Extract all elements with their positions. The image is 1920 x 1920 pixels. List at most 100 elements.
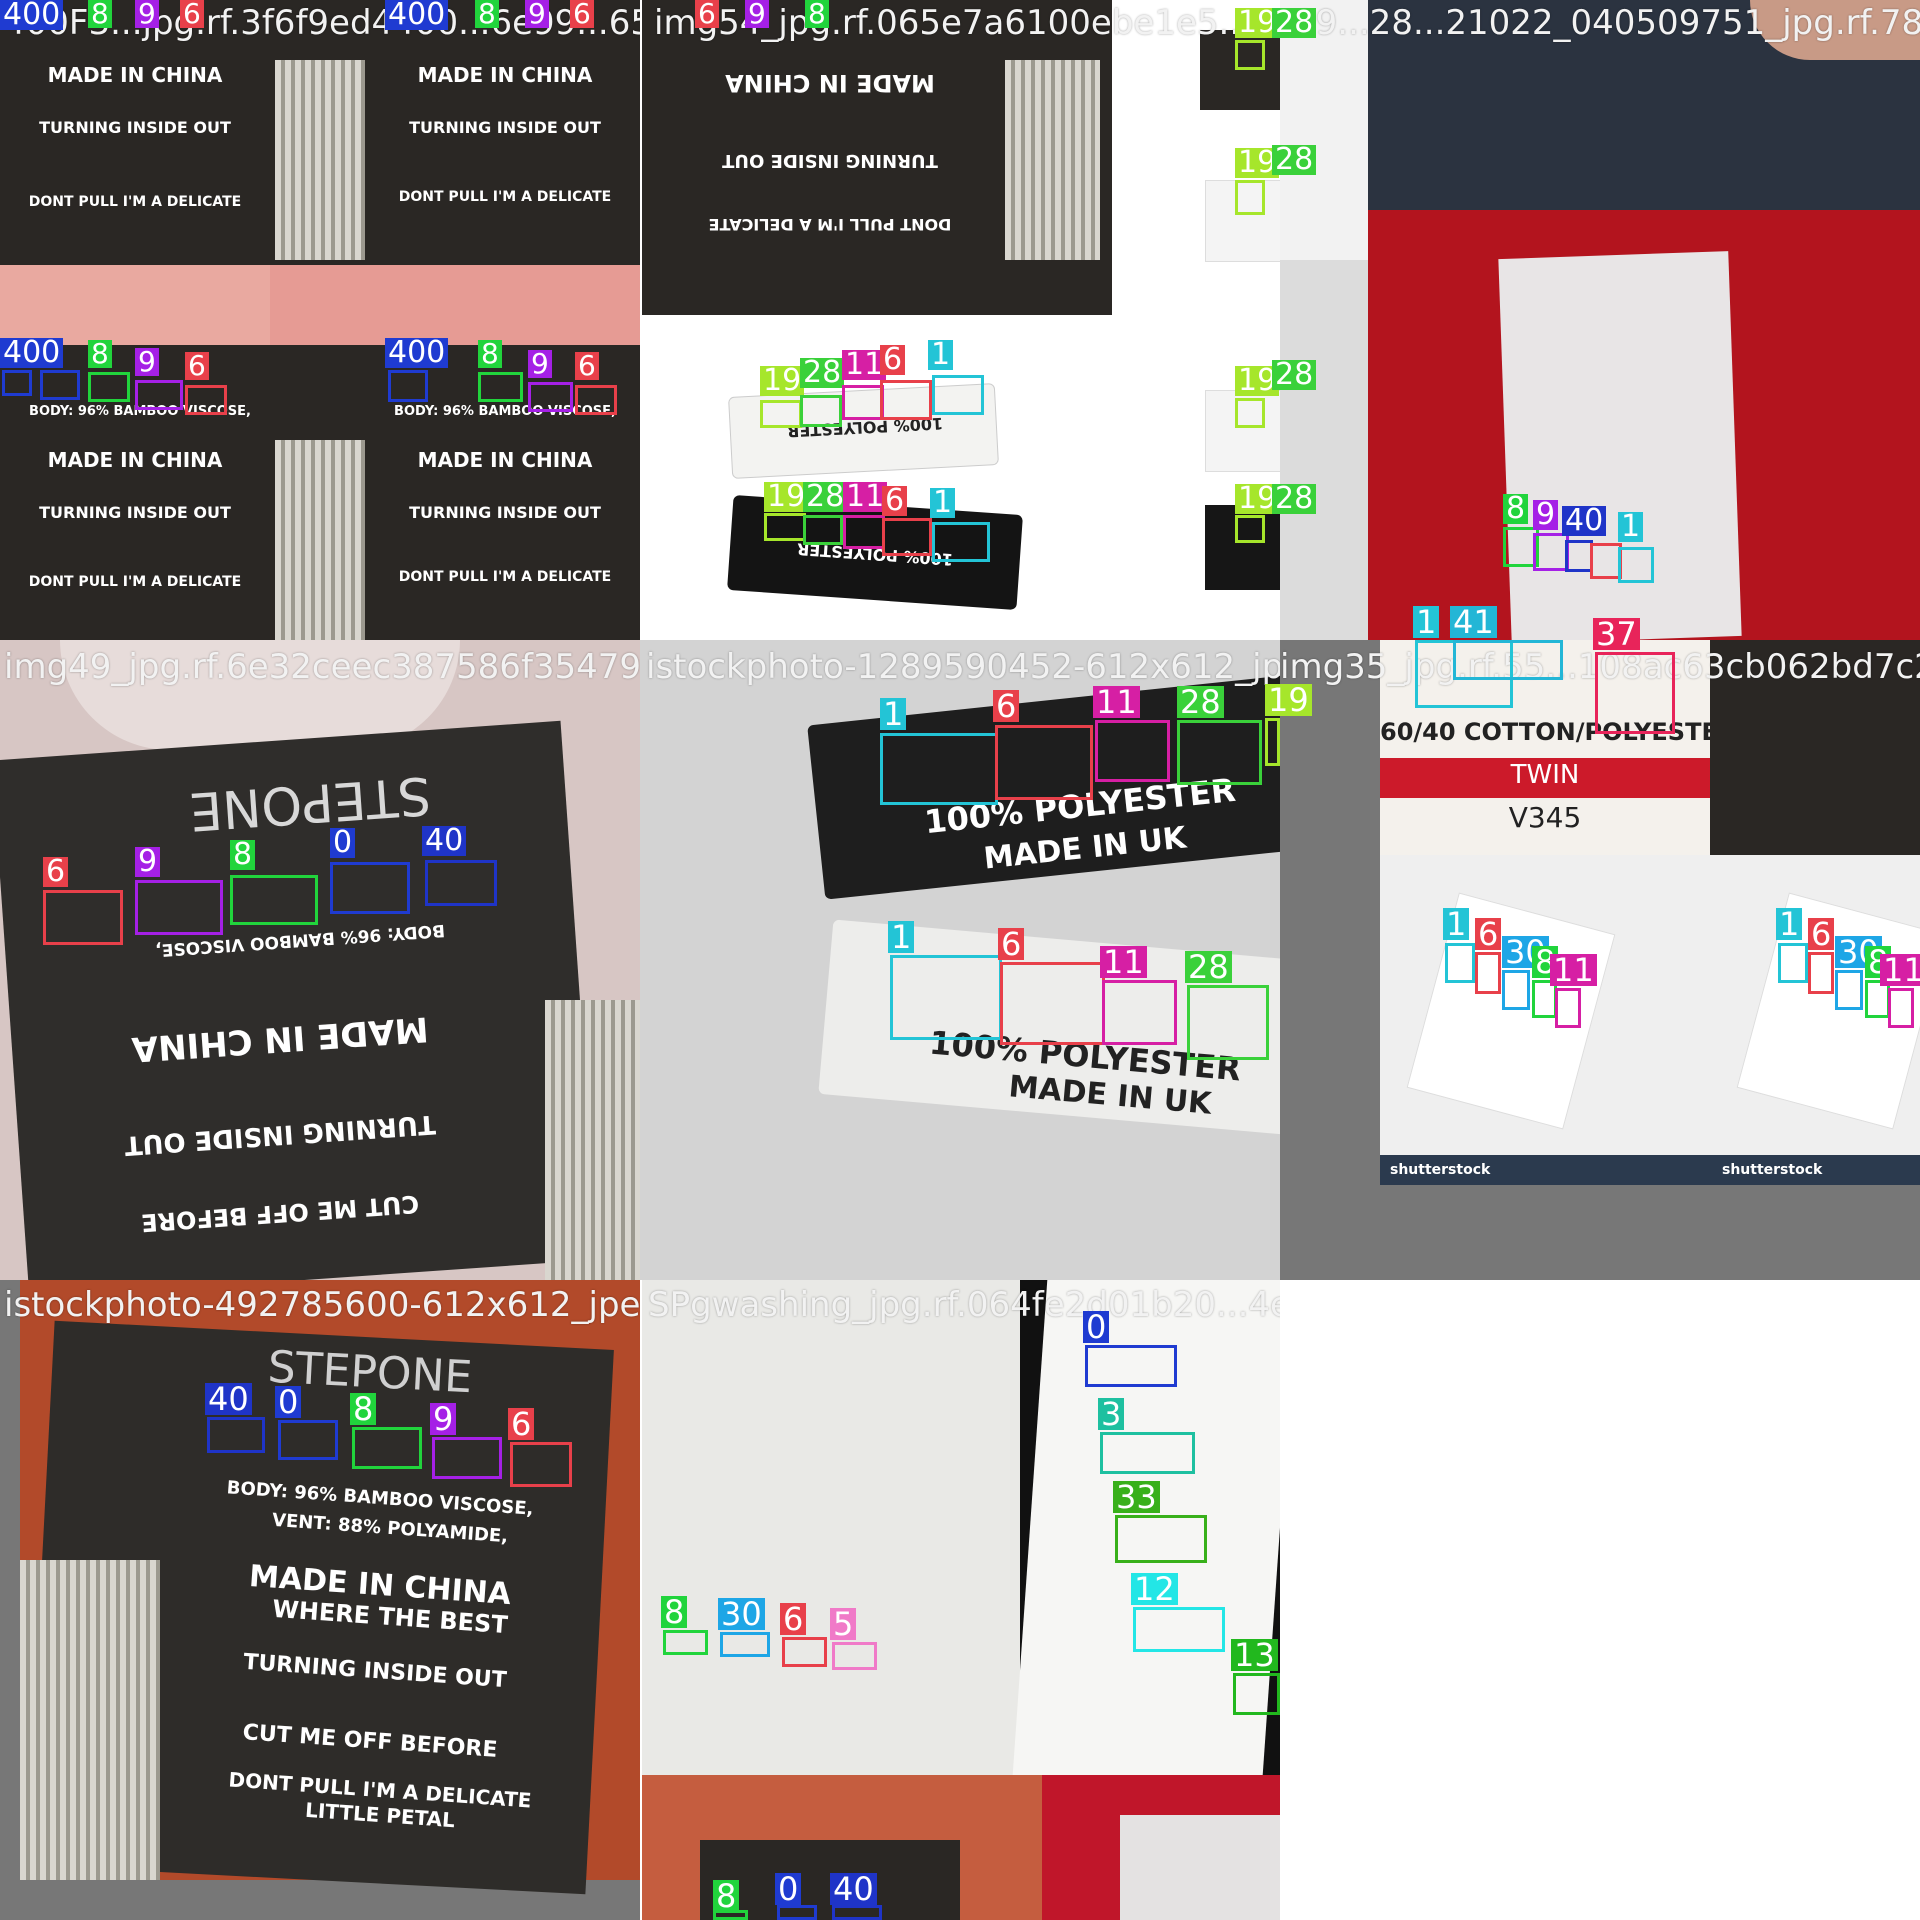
- detection-box: [800, 395, 842, 427]
- detection-tag: 33: [1113, 1481, 1160, 1513]
- detection-box: [88, 372, 130, 402]
- detection-box: [1565, 540, 1593, 572]
- detection-tag: 0: [330, 828, 356, 858]
- woven-ribbon: [1005, 60, 1100, 260]
- detection-tag: 6: [1475, 918, 1502, 950]
- label-text: DONT PULL I'M A DELICATE: [28, 194, 242, 210]
- detection-tag: 1: [930, 488, 956, 518]
- tile-filename: img54_jpg.rf.065e7a6100ebe1e5...: [654, 3, 1251, 43]
- label-text: DONT PULL I'M A DELICATE: [398, 189, 612, 205]
- label-text: V345: [1508, 801, 1582, 834]
- detection-tag: 6: [880, 345, 906, 375]
- detection-box: [1095, 720, 1170, 782]
- detection-tag: 6: [508, 1408, 535, 1440]
- detection-tag: 11: [843, 482, 888, 512]
- label-text: TURNING INSIDE OUT: [409, 503, 601, 522]
- detection-box: [1235, 180, 1265, 215]
- detection-tag: 11: [1880, 954, 1920, 986]
- detection-tag: 8: [478, 340, 502, 368]
- woven-ribbon: [20, 1560, 160, 1880]
- detection-box: [843, 515, 885, 549]
- detection-box: [764, 513, 806, 541]
- watermark-text: shutterstock: [1390, 1162, 1491, 1178]
- detection-box: [1618, 547, 1654, 583]
- detection-tag: 1: [880, 698, 907, 730]
- detection-tag: 9: [525, 0, 549, 28]
- detection-box: [1265, 718, 1280, 766]
- detection-box: [1102, 980, 1177, 1045]
- tile-4: STEPONE BODY: 96% BAMBOO VISCOSE, MADE I…: [0, 640, 640, 1280]
- label-text: MADE IN CHINA: [47, 448, 223, 472]
- label-text: MADE IN CHINA: [47, 63, 223, 87]
- detection-box: [528, 382, 573, 412]
- detection-tag: 6: [695, 0, 719, 28]
- label-text: TURNING INSIDE OUT: [39, 118, 231, 137]
- detection-tag: 11: [1550, 954, 1597, 986]
- detection-box: [995, 725, 1093, 800]
- training-batch-mosaic: MADE IN CHINA TURNING INSIDE OUT DONT PU…: [0, 0, 1920, 1920]
- detection-tag: 11: [1100, 946, 1147, 978]
- detection-tag: 6: [185, 352, 209, 380]
- detection-box: [1533, 533, 1569, 571]
- detection-box: [782, 1637, 827, 1667]
- detection-tag: 19: [764, 482, 809, 512]
- detection-box: [1502, 970, 1530, 1010]
- detection-box: [1235, 515, 1265, 543]
- detection-box: [388, 370, 428, 402]
- detection-box: [1233, 1673, 1280, 1715]
- detection-box: [40, 370, 80, 400]
- detection-box: [425, 860, 497, 906]
- finger-photo: [270, 265, 640, 345]
- detection-tag: 8: [805, 0, 829, 28]
- detection-tag: 40: [205, 1383, 252, 1415]
- detection-tag: 19: [760, 366, 805, 396]
- label-text: MADE IN CHINA: [725, 69, 935, 98]
- woven-ribbon: [545, 1000, 640, 1280]
- detection-box: [43, 890, 123, 945]
- finger-photo: [0, 265, 270, 345]
- detection-box: [1235, 40, 1265, 70]
- fabric-photo: [642, 1280, 1020, 1775]
- detection-tag: 6: [570, 0, 594, 28]
- detection-tag: 40: [422, 826, 467, 856]
- label-text: DONT PULL I'M A DELICATE: [398, 569, 612, 585]
- detection-box: [1888, 988, 1914, 1028]
- detection-tag: 6: [998, 928, 1025, 960]
- label-text: DONT PULL I'M A DELICATE: [708, 214, 952, 234]
- detection-tag: 6: [1808, 918, 1835, 950]
- detection-box: [432, 1437, 502, 1479]
- detection-tag: 28: [1272, 360, 1317, 390]
- detection-box: [2, 370, 32, 396]
- detection-box: [882, 518, 932, 556]
- detection-tag: 6: [780, 1603, 807, 1635]
- detection-tag: 19: [1265, 684, 1312, 716]
- detection-tag: 37: [1593, 618, 1640, 650]
- detection-tag: 28: [800, 358, 845, 388]
- detection-box: [842, 385, 884, 420]
- woven-ribbon: [275, 60, 365, 260]
- detection-tag: 8: [1503, 494, 1529, 524]
- detection-tag: 9: [135, 0, 159, 28]
- detection-box: [185, 385, 227, 415]
- detection-tag: 30: [718, 1598, 765, 1630]
- detection-tag: 6: [993, 690, 1020, 722]
- detection-tag: 28: [1177, 686, 1224, 718]
- detection-tag: 9: [135, 348, 159, 376]
- detection-tag: 400: [385, 0, 449, 30]
- detection-tag: 28: [1272, 145, 1317, 175]
- detection-tag: 8: [88, 340, 112, 368]
- detection-tag: 28: [1185, 951, 1232, 983]
- detection-tag: 8: [475, 0, 499, 28]
- detection-tag: 0: [1083, 1311, 1110, 1343]
- detection-box: [230, 875, 318, 925]
- detection-tag: 8: [713, 1880, 740, 1912]
- tile-filename: img49_jpg.rf.6e32ceec387586f354793...: [4, 647, 640, 687]
- detection-box: [880, 380, 932, 420]
- detection-box: [278, 1420, 338, 1460]
- detection-box: [932, 375, 984, 415]
- detection-box: [1177, 720, 1262, 785]
- detection-tag: 8: [350, 1393, 377, 1425]
- detection-box: [1475, 952, 1501, 994]
- detection-tag: 11: [1093, 686, 1140, 718]
- tile-filename: SPgwashing_jpg.rf.064fe2d01b20...4e17eff: [648, 1285, 1280, 1325]
